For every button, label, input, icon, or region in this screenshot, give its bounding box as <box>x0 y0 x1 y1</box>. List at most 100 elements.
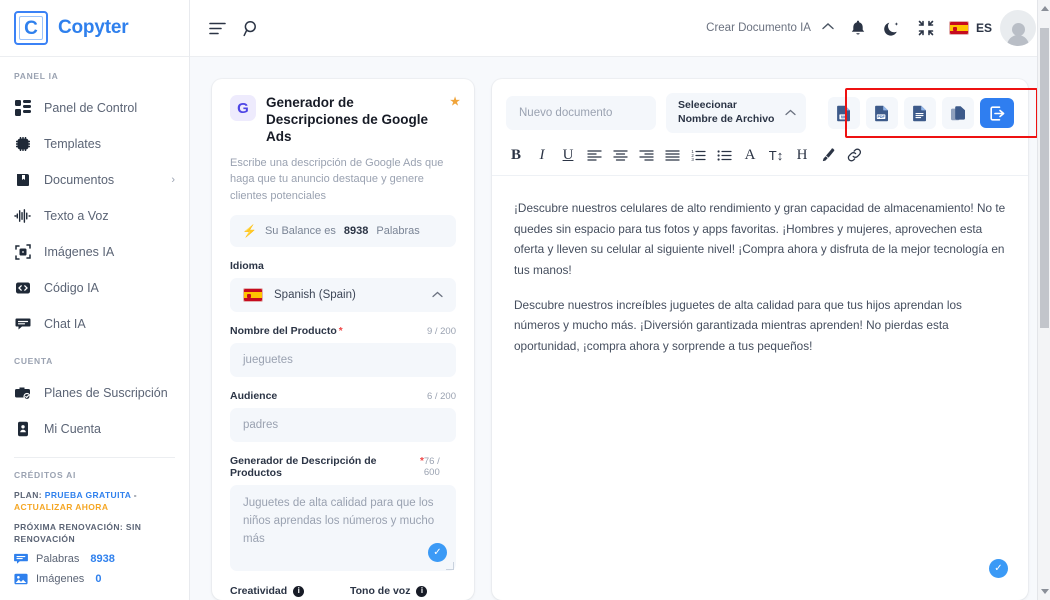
align-right-button[interactable] <box>634 143 658 167</box>
svg-text:W: W <box>841 114 846 119</box>
bell-icon[interactable] <box>841 11 875 45</box>
save-document-button[interactable] <box>980 98 1014 128</box>
sidebar-item-label: Documentos <box>44 173 158 187</box>
moon-star-icon[interactable] <box>875 11 909 45</box>
info-icon[interactable]: i <box>416 586 427 597</box>
sidebar-item-label: Código IA <box>44 281 175 295</box>
main-region: Crear Documento IA ES <box>190 0 1050 600</box>
underline-button[interactable]: U <box>556 143 580 167</box>
language-selector[interactable]: ES <box>949 21 992 35</box>
balance-banner: ⚡ Su Balance es 8938 Palabras <box>230 215 456 247</box>
brand-mark-letter: C <box>24 19 38 38</box>
input-value: jueguetes <box>243 354 293 366</box>
sidebar-item-texto-a-voz[interactable]: Texto a Voz <box>0 198 189 234</box>
star-favorite-icon[interactable]: ★ <box>450 96 460 110</box>
document-name-placeholder: Nuevo documento <box>519 107 612 119</box>
sidebar-section-panel: PANEL IA <box>0 71 189 90</box>
sidebar-item-chat-ia[interactable]: Chat IA <box>0 306 189 342</box>
briefcase-check-icon <box>14 385 31 402</box>
highlight-button[interactable] <box>816 143 840 167</box>
tono-label-row: Tono de voz i <box>350 585 456 597</box>
word-chat-icon <box>14 552 28 566</box>
formatting-toolbar: B I U 123 <box>492 133 1028 176</box>
brand-mark-icon: C <box>14 11 48 45</box>
create-document-link[interactable]: Crear Documento IA <box>706 22 811 34</box>
chevron-up-icon <box>785 108 796 119</box>
google-ads-badge-icon: G <box>230 95 256 121</box>
font-color-button[interactable]: A <box>738 143 762 167</box>
language-select[interactable]: Spanish (Spain) <box>230 278 456 312</box>
topbar: Crear Documento IA ES <box>190 0 1050 57</box>
sidebar-item-label: Templates <box>44 137 175 151</box>
sidebar-item-templates[interactable]: Templates <box>0 126 189 162</box>
chevron-up-icon[interactable] <box>815 22 841 34</box>
page-scrollbar[interactable] <box>1037 0 1050 600</box>
sidebar-item-imagenes-ia[interactable]: Imágenes IA <box>0 234 189 270</box>
language-code: ES <box>976 21 992 35</box>
align-center-button[interactable] <box>608 143 632 167</box>
check-circle-icon[interactable]: ✓ <box>989 559 1008 578</box>
file-name-select[interactable]: Seleecionar Nombre de Archivo <box>666 93 806 133</box>
brand-logo[interactable]: C Copyter <box>0 0 189 57</box>
bullet-list-button[interactable] <box>712 143 736 167</box>
scroll-down-arrow-icon[interactable] <box>1041 589 1049 594</box>
ordered-list-button[interactable]: 123 <box>686 143 710 167</box>
credits-section: CRÉDITOS AI PLAN: PRUEBA GRATUITA - ACTU… <box>0 470 189 586</box>
copy-document-button[interactable] <box>942 97 974 129</box>
plan-upgrade-link[interactable]: ACTUALIZAR AHORA <box>14 502 108 512</box>
resize-grip-icon[interactable] <box>446 562 454 570</box>
bold-button[interactable]: B <box>504 143 528 167</box>
sidebar-section-creditos: CRÉDITOS AI <box>14 470 175 489</box>
dashboard-icon <box>14 100 31 117</box>
sidebar-item-planes-de-suscripcion[interactable]: Planes de Suscripción <box>0 375 189 411</box>
form-title: Generador de Descripciones de Google Ads… <box>266 95 456 146</box>
font-size-button[interactable]: T↕ <box>764 143 788 167</box>
descripcion-textarea[interactable]: Juguetes de alta calidad para que los ni… <box>230 485 456 571</box>
scroll-up-arrow-icon[interactable] <box>1041 6 1049 11</box>
export-text-button[interactable] <box>904 97 936 129</box>
file-name-select-label: Seleecionar Nombre de Archivo <box>678 99 779 126</box>
export-word-button[interactable]: W <box>828 97 860 129</box>
info-icon[interactable]: i <box>293 586 304 597</box>
bolt-icon: ⚡ <box>242 224 257 238</box>
waveform-icon <box>14 208 31 225</box>
link-button[interactable] <box>842 143 866 167</box>
document-body[interactable]: ¡Descubre nuestros celulares de alto ren… <box>492 176 1028 600</box>
scrollbar-thumb[interactable] <box>1040 28 1049 328</box>
sidebar-item-label: Mi Cuenta <box>44 422 175 436</box>
form-subtitle: Escribe una descripción de Google Ads qu… <box>230 155 456 205</box>
tono-label: Tono de voz <box>350 585 410 597</box>
avatar[interactable] <box>1000 10 1036 46</box>
check-circle-icon[interactable]: ✓ <box>428 543 447 562</box>
heading-button[interactable]: H <box>790 143 814 167</box>
sidebar-item-mi-cuenta[interactable]: Mi Cuenta <box>0 411 189 447</box>
sidebar-item-label: Panel de Control <box>44 101 175 115</box>
required-asterisk: * <box>339 326 343 337</box>
sidebar-item-label: Texto a Voz <box>44 209 175 223</box>
align-left-button[interactable] <box>582 143 606 167</box>
align-justify-button[interactable] <box>660 143 684 167</box>
document-name-input[interactable]: Nuevo documento <box>506 96 656 130</box>
collapse-icon[interactable] <box>909 11 943 45</box>
chevron-up-icon <box>432 290 443 301</box>
audience-input[interactable]: padres <box>230 408 456 442</box>
nombre-producto-input[interactable]: jueguetes <box>230 343 456 377</box>
export-actions-group: W PDF <box>828 97 1014 129</box>
image-frame-icon <box>14 244 31 261</box>
sidebar-item-documentos[interactable]: Documentos › <box>0 162 189 198</box>
balance-value: 8938 <box>344 225 368 237</box>
descripcion-counter: 76 / 600 <box>424 456 456 478</box>
creatividad-label-row: Creatividad i <box>230 585 336 597</box>
sidebar-item-label: Planes de Suscripción <box>44 386 175 400</box>
sidebar-item-codigo-ia[interactable]: Código IA <box>0 270 189 306</box>
id-card-icon <box>14 421 31 438</box>
sidebar-item-panel-de-control[interactable]: Panel de Control <box>0 90 189 126</box>
hamburger-align-icon[interactable] <box>200 11 234 45</box>
italic-button[interactable]: I <box>530 143 554 167</box>
field-tono-de-voz: Tono de voz i Casual <box>350 585 456 600</box>
plan-prefix: PLAN: <box>14 490 42 500</box>
creatividad-label: Creatividad <box>230 585 287 597</box>
export-pdf-button[interactable]: PDF <box>866 97 898 129</box>
search-icon[interactable] <box>234 11 268 45</box>
svg-text:PDF: PDF <box>878 115 886 119</box>
